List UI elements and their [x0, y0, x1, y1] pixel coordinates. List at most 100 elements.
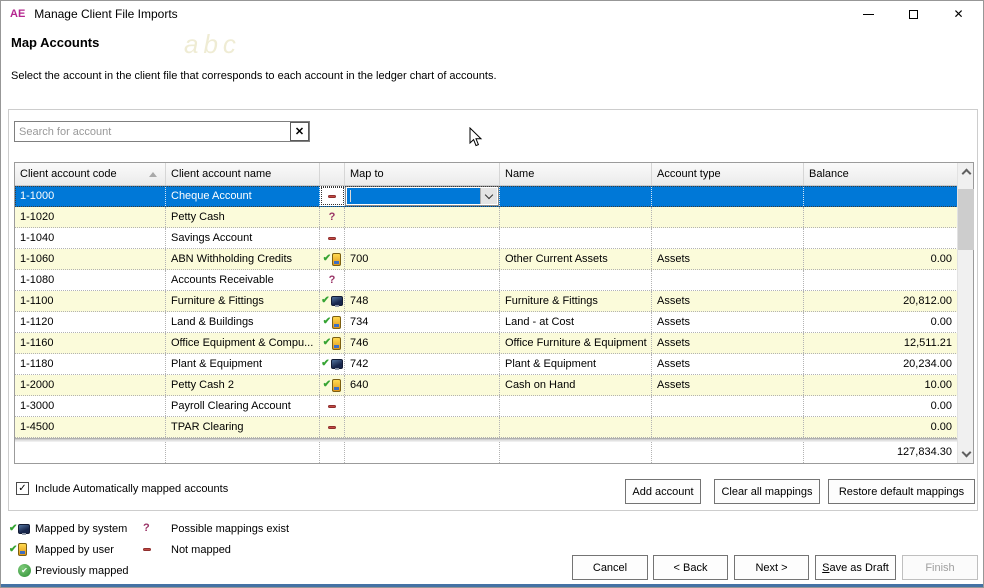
save-as-draft-button[interactable]: Save as Draft: [815, 555, 896, 580]
cell-mapping-status: [320, 186, 345, 206]
search-input[interactable]: [15, 122, 290, 141]
column-header-account-type[interactable]: Account type: [652, 163, 804, 185]
cell-balance: [804, 207, 958, 227]
legend: ✔ Mapped by system ? Possible mappings e…: [9, 518, 289, 581]
cell-balance: 0.00: [804, 312, 958, 332]
maximize-button[interactable]: [891, 1, 936, 27]
grid-row[interactable]: 1-1080Accounts Receivable?: [15, 270, 958, 291]
include-auto-mapped-checkbox[interactable]: ✓: [16, 482, 29, 495]
restore-default-mappings-button[interactable]: Restore default mappings: [828, 479, 975, 504]
cell-client-account-name: Accounts Receivable: [166, 270, 320, 290]
chevron-down-icon: [485, 190, 493, 198]
cell-account-type: [652, 207, 804, 227]
scroll-down-button[interactable]: [958, 446, 974, 463]
check-icon: ✓: [18, 484, 26, 494]
cancel-button[interactable]: Cancel: [572, 555, 648, 580]
combo-dropdown-button[interactable]: [480, 188, 497, 204]
back-button[interactable]: < Back: [653, 555, 728, 580]
title-bar: AE Manage Client File Imports: [1, 1, 983, 27]
grid-row[interactable]: 1-1120Land & Buildings✔734Land - at Cost…: [15, 312, 958, 333]
cell-name: Other Current Assets: [500, 249, 652, 269]
page-description: Select the account in the client file th…: [11, 70, 497, 82]
cell-map-to: [345, 186, 500, 206]
not-mapped-icon: [328, 237, 336, 240]
window-bottom-accent: [1, 584, 983, 587]
cell-client-account-code: 1-1180: [15, 354, 166, 374]
cell-name: Office Furniture & Equipment: [500, 333, 652, 353]
accounts-grid: Client account code Client account name …: [14, 162, 974, 464]
scroll-up-button[interactable]: [958, 163, 974, 180]
grid-row[interactable]: 1-1060ABN Withholding Credits✔700Other C…: [15, 249, 958, 270]
ae-app-icon: AE: [10, 8, 25, 20]
cell-client-account-name: Cheque Account: [166, 186, 320, 206]
cell-map-to: 734: [345, 312, 500, 332]
check-user-icon: ✔: [9, 543, 35, 556]
column-header-status[interactable]: [320, 163, 345, 185]
chevron-down-icon: [961, 448, 971, 458]
cell-mapping-status: ✔: [320, 312, 345, 332]
grid-row[interactable]: 1-1020Petty Cash?: [15, 207, 958, 228]
grid-row[interactable]: 1-3000Payroll Clearing Account0.00: [15, 396, 958, 417]
grid-row[interactable]: 1-4500TPAR Clearing0.00: [15, 417, 958, 438]
check-icon: ✔: [323, 380, 331, 390]
cell-map-to: [345, 207, 500, 227]
finish-button[interactable]: Finish: [902, 555, 978, 580]
cell-name: [500, 396, 652, 416]
clear-all-mappings-button[interactable]: Clear all mappings: [714, 479, 820, 504]
cell-balance: 0.00: [804, 396, 958, 416]
include-auto-mapped-label: Include Automatically mapped accounts: [35, 483, 228, 495]
cell-map-to: 746: [345, 333, 500, 353]
grid-row[interactable]: 1-2000Petty Cash 2✔640Cash on HandAssets…: [15, 375, 958, 396]
cell-client-account-name: Plant & Equipment: [166, 354, 320, 374]
scrollbar-thumb[interactable]: [958, 189, 974, 250]
combo-text-area[interactable]: [347, 188, 480, 204]
grid-row[interactable]: 1-1100Furniture & Fittings✔748Furniture …: [15, 291, 958, 312]
grid-row[interactable]: 1-1040Savings Account: [15, 228, 958, 249]
cell-map-to: [345, 228, 500, 248]
grid-row[interactable]: 1-1000Cheque Account: [15, 186, 958, 207]
close-button[interactable]: ✕: [936, 1, 981, 27]
column-header-balance[interactable]: Balance: [804, 163, 958, 185]
cell-map-to: 748: [345, 291, 500, 311]
legend-mapped-by-system: Mapped by system: [35, 523, 143, 535]
cell-account-type: Assets: [652, 333, 804, 353]
cell-client-account-code: 1-4500: [15, 417, 166, 437]
cell-account-type: [652, 270, 804, 290]
cell-mapping-status: [320, 228, 345, 248]
column-header-map-to[interactable]: Map to: [345, 163, 500, 185]
not-mapped-icon: [143, 548, 171, 551]
column-header-client-account-name[interactable]: Client account name: [166, 163, 320, 185]
legend-mapped-by-user: Mapped by user: [35, 544, 143, 556]
column-header-client-account-code[interactable]: Client account code: [15, 163, 166, 185]
include-auto-mapped-option[interactable]: ✓ Include Automatically mapped accounts: [16, 482, 228, 495]
map-to-combobox[interactable]: [345, 186, 499, 206]
monitor-icon: [18, 524, 30, 534]
add-account-button[interactable]: Add account: [625, 479, 701, 504]
cell-map-to: 640: [345, 375, 500, 395]
vertical-scrollbar[interactable]: [957, 163, 973, 463]
next-button[interactable]: Next >: [734, 555, 809, 580]
cell-name: [500, 207, 652, 227]
window-title: Manage Client File Imports: [34, 7, 177, 21]
cell-client-account-name: Savings Account: [166, 228, 320, 248]
grid-total-row: 127,834.30: [15, 442, 958, 463]
grid-row[interactable]: 1-1180Plant & Equipment✔742Plant & Equip…: [15, 354, 958, 375]
check-icon: ✔: [321, 296, 329, 306]
cell-account-type: [652, 186, 804, 206]
grid-row[interactable]: 1-1160Office Equipment & Compu...✔746Off…: [15, 333, 958, 354]
cell-mapping-status: ✔: [320, 333, 345, 353]
cell-account-type: Assets: [652, 291, 804, 311]
cell-account-type: Assets: [652, 312, 804, 332]
cell-account-type: Assets: [652, 249, 804, 269]
cell-name: [500, 417, 652, 437]
minimize-button[interactable]: [846, 1, 891, 27]
search-clear-button[interactable]: ✕: [290, 122, 309, 141]
legend-possible-mappings: Possible mappings exist: [171, 523, 289, 535]
column-header-name[interactable]: Name: [500, 163, 652, 185]
cell-name: Furniture & Fittings: [500, 291, 652, 311]
cell-name: [500, 270, 652, 290]
cell-client-account-name: Payroll Clearing Account: [166, 396, 320, 416]
cell-balance: 12,511.21: [804, 333, 958, 353]
legend-previously-mapped: Previously mapped: [35, 565, 143, 577]
cell-name: Plant & Equipment: [500, 354, 652, 374]
